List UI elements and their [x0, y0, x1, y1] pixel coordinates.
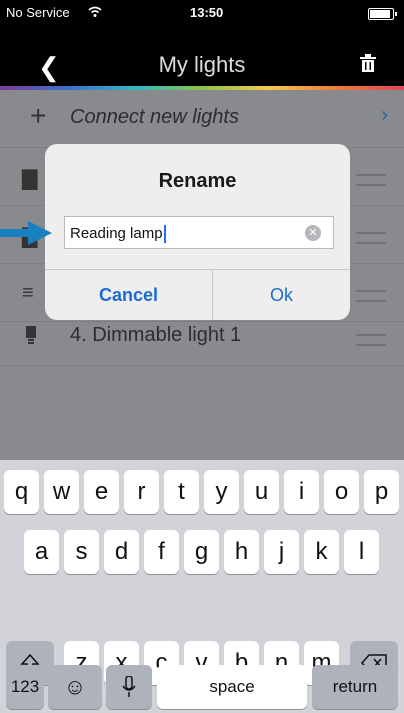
emoji-icon: ☺: [63, 674, 87, 699]
emoji-key[interactable]: ☺: [48, 665, 102, 709]
drag-handle-icon[interactable]: [356, 290, 386, 302]
dialog-buttons: Cancel Ok: [45, 269, 350, 320]
light-name: 4. Dimmable light 1: [70, 324, 242, 346]
wifi-icon: [88, 6, 102, 17]
clock: 13:50: [190, 5, 224, 20]
key-o[interactable]: o: [324, 470, 359, 514]
chevron-right-icon: ›: [381, 104, 388, 126]
page-title: My lights: [158, 52, 246, 77]
numbers-key[interactable]: 123: [6, 665, 44, 709]
key-j[interactable]: j: [264, 530, 299, 574]
dialog-title: Rename: [158, 170, 237, 192]
drag-handle-icon[interactable]: [356, 334, 386, 346]
rename-dialog: Rename Reading lamp ✕ Cancel Ok: [45, 144, 350, 320]
key-f[interactable]: f: [144, 530, 179, 574]
ok-button[interactable]: Ok: [213, 270, 350, 320]
space-key[interactable]: space: [157, 665, 307, 709]
battery-icon: [368, 8, 397, 20]
key-a[interactable]: a: [24, 530, 59, 574]
microphone-icon: [122, 675, 136, 697]
rename-input-value: Reading lamp: [70, 225, 163, 242]
key-e[interactable]: e: [84, 470, 119, 514]
key-t[interactable]: t: [164, 470, 199, 514]
key-q[interactable]: q: [4, 470, 39, 514]
connect-new-lights-row[interactable]: + Connect new lights ›: [0, 90, 404, 148]
pointer-arrow-icon: [0, 221, 52, 245]
drag-handle-icon[interactable]: [356, 232, 386, 244]
key-p[interactable]: p: [364, 470, 399, 514]
key-g[interactable]: g: [184, 530, 219, 574]
status-bar: No Service 13:50: [0, 0, 404, 26]
carrier-label: No Service: [6, 5, 70, 20]
key-r[interactable]: r: [124, 470, 159, 514]
drag-handle-icon[interactable]: [356, 174, 386, 186]
key-s[interactable]: s: [64, 530, 99, 574]
nav-bar: ❮ My lights: [0, 26, 404, 88]
rename-input[interactable]: Reading lamp ✕: [64, 216, 334, 249]
cancel-button[interactable]: Cancel: [45, 270, 213, 320]
key-i[interactable]: i: [284, 470, 319, 514]
plus-icon: +: [30, 100, 47, 131]
key-w[interactable]: w: [44, 470, 79, 514]
bulb-icon: [26, 326, 36, 344]
return-key[interactable]: return: [312, 665, 398, 709]
keyboard: qwertyuiop asdfghjkl zxcvbnm 123 ☺ space…: [0, 460, 404, 711]
key-l[interactable]: l: [344, 530, 379, 574]
connect-label: Connect new lights: [70, 106, 239, 128]
key-h[interactable]: h: [224, 530, 259, 574]
key-u[interactable]: u: [244, 470, 279, 514]
key-y[interactable]: y: [204, 470, 239, 514]
lightstrip-icon: ≡: [22, 282, 34, 304]
dictation-key[interactable]: [106, 665, 152, 709]
key-d[interactable]: d: [104, 530, 139, 574]
key-k[interactable]: k: [304, 530, 339, 574]
bulb-icon: ▇: [22, 168, 38, 190]
trash-icon[interactable]: [360, 54, 376, 72]
text-caret: [163, 225, 166, 244]
clear-icon[interactable]: ✕: [305, 225, 321, 241]
